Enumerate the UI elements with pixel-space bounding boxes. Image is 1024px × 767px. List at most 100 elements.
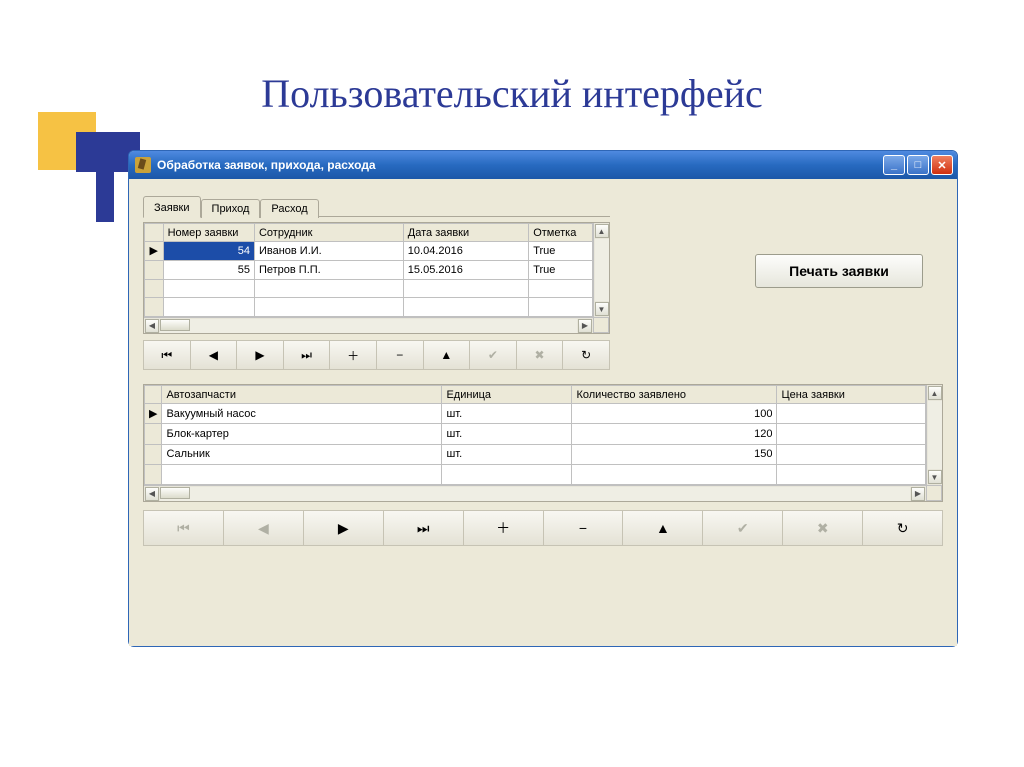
- col-unit[interactable]: Единица: [442, 386, 572, 404]
- col-price[interactable]: Цена заявки: [777, 386, 926, 404]
- nav-next-button[interactable]: ▶: [237, 341, 284, 369]
- cell-part[interactable]: Сальник: [162, 444, 442, 464]
- cell-mark[interactable]: True: [529, 260, 593, 279]
- minimize-button[interactable]: _: [883, 155, 905, 175]
- nav-last-button[interactable]: ⏭: [384, 511, 464, 545]
- col-indicator: [145, 224, 164, 242]
- window-titlebar[interactable]: Обработка заявок, прихода, расхода _ □ ✕: [129, 151, 957, 179]
- nav-refresh-button[interactable]: ↻: [863, 511, 942, 545]
- close-button[interactable]: ✕: [931, 155, 953, 175]
- scroll-left-icon[interactable]: ◀: [145, 319, 159, 333]
- col-date[interactable]: Дата заявки: [403, 224, 528, 242]
- cell-unit[interactable]: шт.: [442, 424, 572, 444]
- col-request-number[interactable]: Номер заявки: [163, 224, 254, 242]
- cell-emp[interactable]: Иванов И.И.: [254, 242, 403, 261]
- scroll-down-icon[interactable]: ▼: [928, 470, 942, 484]
- scroll-up-icon[interactable]: ▲: [928, 386, 942, 400]
- parts-navigator: ⏮ ◀ ▶ ⏭ ＋ − ▲ ✔ ✖ ↻: [143, 510, 943, 546]
- scroll-corner: [926, 485, 942, 501]
- nav-post-button[interactable]: ✔: [703, 511, 783, 545]
- app-window: Обработка заявок, прихода, расхода _ □ ✕…: [128, 150, 958, 647]
- nav-cancel-button[interactable]: ✖: [783, 511, 863, 545]
- tab-income[interactable]: Приход: [201, 199, 261, 218]
- table-row[interactable]: Блок-картер шт. 120: [145, 424, 926, 444]
- prev-icon: ◀: [209, 348, 218, 362]
- nav-edit-button[interactable]: ▲: [623, 511, 703, 545]
- scroll-left-icon[interactable]: ◀: [145, 487, 159, 501]
- cell-part[interactable]: Вакуумный насос: [162, 404, 442, 424]
- cell-qty[interactable]: 100: [572, 404, 777, 424]
- nav-delete-button[interactable]: −: [544, 511, 624, 545]
- table-row[interactable]: 55 Петров П.П. 15.05.2016 True: [145, 260, 593, 279]
- cell-part[interactable]: Блок-картер: [162, 424, 442, 444]
- tab-expense[interactable]: Расход: [260, 199, 318, 218]
- scroll-right-icon[interactable]: ▶: [911, 487, 925, 501]
- row-marker: [145, 444, 162, 464]
- next-icon: ▶: [338, 520, 349, 537]
- nav-refresh-button[interactable]: ↻: [563, 341, 609, 369]
- plus-icon: ＋: [496, 518, 510, 538]
- requests-table[interactable]: Номер заявки Сотрудник Дата заявки Отмет…: [144, 223, 593, 317]
- grid2-vscroll[interactable]: ▲ ▼: [926, 385, 942, 485]
- nav-prev-button[interactable]: ◀: [191, 341, 238, 369]
- col-qty[interactable]: Количество заявлено: [572, 386, 777, 404]
- cancel-icon: ✖: [817, 520, 829, 537]
- cell-num[interactable]: 55: [163, 260, 254, 279]
- nav-add-button[interactable]: ＋: [464, 511, 544, 545]
- minus-icon: −: [579, 520, 587, 536]
- nav-next-button[interactable]: ▶: [304, 511, 384, 545]
- first-icon: ⏮: [161, 348, 172, 363]
- cell-mark[interactable]: True: [529, 242, 593, 261]
- parts-grid[interactable]: Автозапчасти Единица Количество заявлено…: [143, 384, 943, 502]
- refresh-icon: ↻: [897, 520, 909, 537]
- row-marker: [145, 260, 164, 279]
- nav-post-button[interactable]: ✔: [470, 341, 517, 369]
- cancel-icon: ✖: [535, 348, 545, 362]
- nav-last-button[interactable]: ⏭: [284, 341, 331, 369]
- table-row[interactable]: Сальник шт. 150: [145, 444, 926, 464]
- cell-emp[interactable]: Петров П.П.: [254, 260, 403, 279]
- scroll-right-icon[interactable]: ▶: [578, 319, 592, 333]
- cell-date[interactable]: 10.04.2016: [403, 242, 528, 261]
- requests-grid[interactable]: Номер заявки Сотрудник Дата заявки Отмет…: [143, 222, 610, 334]
- nav-first-button[interactable]: ⏮: [144, 341, 191, 369]
- cell-price[interactable]: [777, 444, 926, 464]
- slide-title: Пользовательский интерфейс: [0, 70, 1024, 117]
- grid1-hscroll[interactable]: ◀ ▶: [144, 317, 593, 333]
- nav-prev-button[interactable]: ◀: [224, 511, 304, 545]
- tab-requests[interactable]: Заявки: [143, 196, 201, 218]
- edit-icon: ▲: [440, 348, 452, 362]
- decoration-blue-v: [96, 132, 114, 222]
- check-icon: ✔: [488, 348, 498, 362]
- table-row[interactable]: ▶ Вакуумный насос шт. 100: [145, 404, 926, 424]
- check-icon: ✔: [737, 520, 749, 537]
- cell-unit[interactable]: шт.: [442, 444, 572, 464]
- next-icon: ▶: [255, 348, 264, 362]
- cell-qty[interactable]: 150: [572, 444, 777, 464]
- nav-cancel-button[interactable]: ✖: [517, 341, 564, 369]
- cell-price[interactable]: [777, 424, 926, 444]
- col-part[interactable]: Автозапчасти: [162, 386, 442, 404]
- cell-qty[interactable]: 120: [572, 424, 777, 444]
- edit-icon: ▲: [656, 520, 670, 536]
- table-row[interactable]: ▶ 54 Иванов И.И. 10.04.2016 True: [145, 242, 593, 261]
- col-mark[interactable]: Отметка: [529, 224, 593, 242]
- col-employee[interactable]: Сотрудник: [254, 224, 403, 242]
- grid1-vscroll[interactable]: ▲ ▼: [593, 223, 609, 317]
- cell-price[interactable]: [777, 404, 926, 424]
- nav-add-button[interactable]: ＋: [330, 341, 377, 369]
- nav-edit-button[interactable]: ▲: [424, 341, 471, 369]
- nav-first-button[interactable]: ⏮: [144, 511, 224, 545]
- grid2-hscroll[interactable]: ◀ ▶: [144, 485, 926, 501]
- nav-delete-button[interactable]: −: [377, 341, 424, 369]
- cell-unit[interactable]: шт.: [442, 404, 572, 424]
- cell-date[interactable]: 15.05.2016: [403, 260, 528, 279]
- parts-table[interactable]: Автозапчасти Единица Количество заявлено…: [144, 385, 926, 485]
- cell-num[interactable]: 54: [163, 242, 254, 261]
- scroll-down-icon[interactable]: ▼: [595, 302, 609, 316]
- requests-navigator: ⏮ ◀ ▶ ⏭ ＋ − ▲ ✔ ✖ ↻: [143, 340, 610, 370]
- print-request-button[interactable]: Печать заявки: [755, 254, 923, 288]
- scroll-corner: [593, 317, 609, 333]
- scroll-up-icon[interactable]: ▲: [595, 224, 609, 238]
- maximize-button[interactable]: □: [907, 155, 929, 175]
